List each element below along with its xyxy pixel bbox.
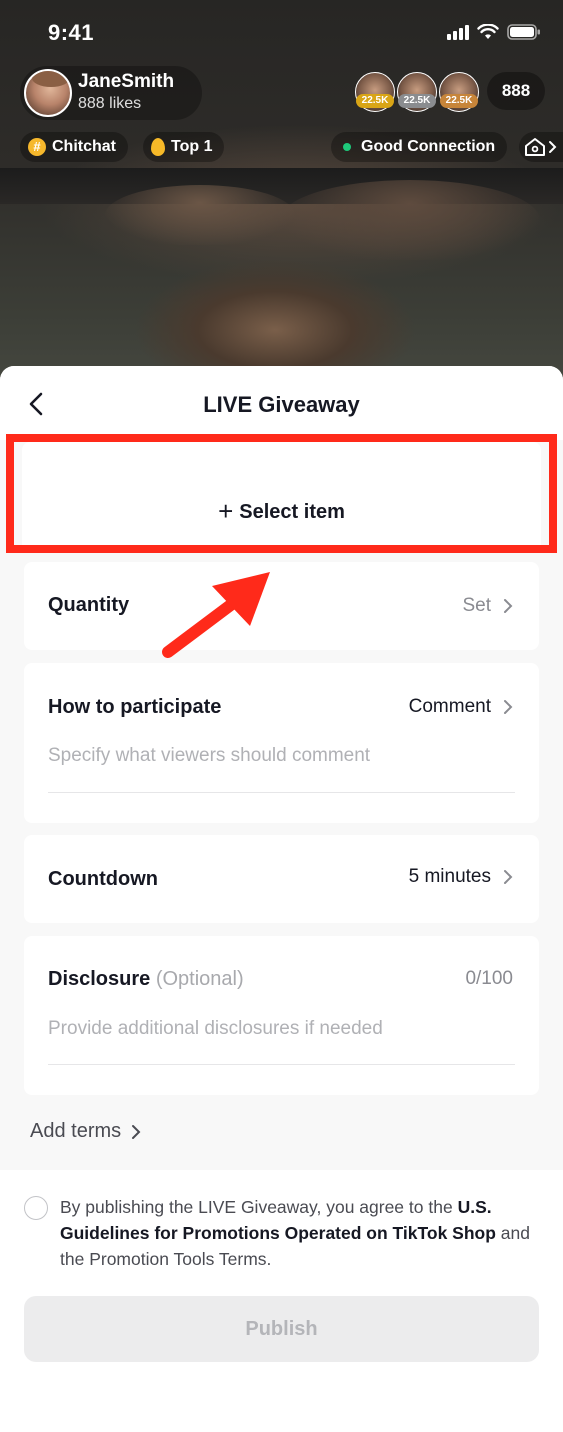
add-terms-label: Add terms xyxy=(30,1120,122,1142)
countdown-value: 5 minutes xyxy=(408,866,491,887)
countdown-label: Countdown xyxy=(48,868,158,890)
rank-chip[interactable]: Top 1 xyxy=(143,132,225,162)
quantity-value-group: Set xyxy=(462,595,513,617)
video-hand-left xyxy=(105,185,295,245)
sheet-header: LIVE Giveaway xyxy=(0,366,563,440)
disclosure-input[interactable]: Provide additional disclosures if needed xyxy=(48,1018,383,1040)
flame-icon xyxy=(151,138,165,156)
chevron-right-icon xyxy=(504,870,513,884)
participate-value: Comment xyxy=(408,696,491,717)
host-name: JaneSmith xyxy=(78,71,175,92)
countdown-value-group: 5 minutes xyxy=(409,866,513,888)
topic-chip[interactable]: # Chitchat xyxy=(20,132,128,162)
disclosure-counter: 0/100 xyxy=(465,968,513,989)
wifi-icon xyxy=(477,24,499,39)
agree-terms-text: By publishing the LIVE Giveaway, you agr… xyxy=(60,1194,540,1272)
status-icons xyxy=(447,24,541,40)
video-hand-right xyxy=(280,180,540,260)
status-time: 9:41 xyxy=(48,20,95,45)
host-avatar[interactable] xyxy=(24,69,72,117)
viewer-badge-2: 22.5K xyxy=(398,94,436,108)
add-terms-link[interactable]: Add terms xyxy=(30,1120,141,1143)
connection-chip[interactable]: Good Connection xyxy=(331,132,508,162)
host-likes: 888 likes xyxy=(78,95,142,112)
chevron-right-icon xyxy=(504,700,513,714)
input-underline xyxy=(48,792,515,793)
quantity-value: Set xyxy=(462,595,491,616)
chevron-right-icon xyxy=(132,1124,141,1139)
hashtag-icon: # xyxy=(28,138,46,156)
comment-keyword-input[interactable]: Specify what viewers should comment xyxy=(48,745,370,767)
cellular-signal-icon xyxy=(447,24,469,40)
quantity-label: Quantity xyxy=(48,594,130,616)
viewer-badge-3: 22.5K xyxy=(440,94,478,108)
chevron-right-icon xyxy=(504,599,513,613)
disclosure-title: Disclosure xyxy=(48,968,151,990)
participate-method-selector[interactable]: Comment xyxy=(409,696,513,718)
publish-button[interactable]: Publish xyxy=(24,1296,539,1362)
sheet-title: LIVE Giveaway xyxy=(203,392,360,417)
tutorial-arrow-icon xyxy=(162,572,270,658)
disclosure-label: Disclosure (Optional) xyxy=(48,968,244,991)
participate-card: How to participate Comment Specify what … xyxy=(24,663,539,823)
connection-label: Good Connection xyxy=(361,138,496,155)
status-bar: 9:41 xyxy=(0,0,563,66)
disclosure-card: Disclosure (Optional) 0/100 Provide addi… xyxy=(24,936,539,1095)
host-profile-pill[interactable]: JaneSmith 888 likes xyxy=(20,66,202,120)
connection-status-dot xyxy=(343,143,351,151)
disclosure-optional: (Optional) xyxy=(155,968,244,990)
viewer-badge-1: 22.5K xyxy=(356,94,394,108)
topic-label: Chitchat xyxy=(52,138,116,155)
rank-label: Top 1 xyxy=(171,138,213,155)
home-icon xyxy=(525,138,557,156)
sheet-footer: By publishing the LIVE Giveaway, you agr… xyxy=(0,1170,563,1432)
participate-label: How to participate xyxy=(48,696,222,718)
countdown-row[interactable]: Countdown 5 minutes xyxy=(24,835,539,923)
agree-terms-checkbox[interactable] xyxy=(24,1196,48,1220)
tutorial-highlight-box xyxy=(6,434,557,553)
input-underline xyxy=(48,1064,515,1065)
battery-icon xyxy=(507,24,540,40)
agree-prefix: By publishing the LIVE Giveaway, you agr… xyxy=(60,1197,458,1217)
viewer-count[interactable]: 888 xyxy=(487,72,545,110)
explore-button[interactable] xyxy=(519,132,563,162)
